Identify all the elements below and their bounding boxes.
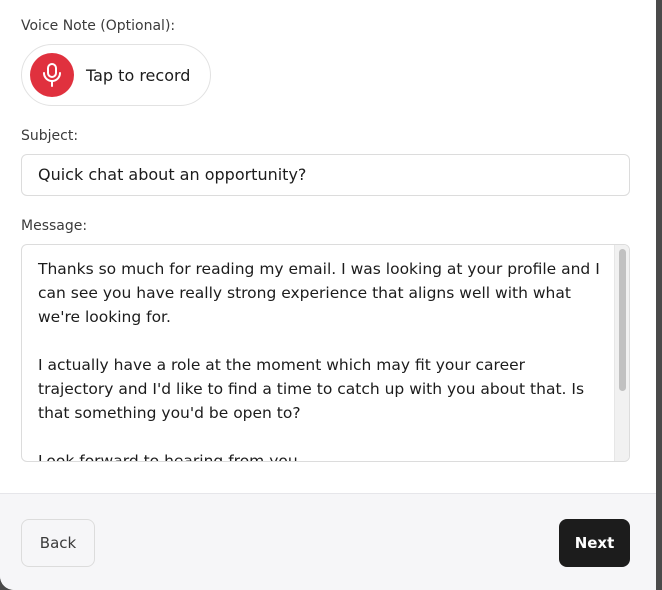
compose-message-panel: Voice Note (Optional): Tap to record Sub… [0,0,656,590]
next-button[interactable]: Next [559,519,630,567]
message-scrollbar-thumb[interactable] [619,249,626,391]
back-button[interactable]: Back [21,519,95,567]
message-label: Message: [21,218,88,234]
message-textarea[interactable]: Thanks so much for reading my email. I w… [21,244,630,462]
voice-note-label: Voice Note (Optional): [21,18,176,34]
message-scrollbar[interactable] [614,245,629,461]
footer-bar: Back Next [0,493,656,590]
message-text: Thanks so much for reading my email. I w… [38,260,600,462]
microphone-icon [30,53,74,97]
record-button-label: Tap to record [86,65,191,85]
record-voice-note-button[interactable]: Tap to record [21,44,211,106]
subject-label: Subject: [21,128,79,144]
subject-input[interactable]: Quick chat about an opportunity? [21,154,630,196]
